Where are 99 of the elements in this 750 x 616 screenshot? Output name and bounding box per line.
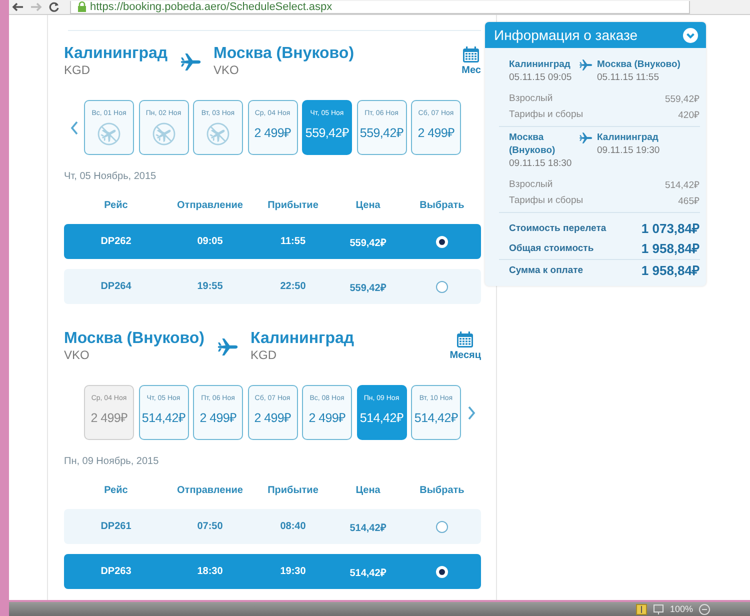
- table-cell: 19:55: [197, 281, 223, 292]
- origin-city: Калининград: [64, 45, 168, 63]
- tile-price: 2 499₽: [90, 410, 128, 426]
- destination-city: Москва (Внуково): [214, 45, 354, 63]
- book-icon[interactable]: [636, 604, 647, 614]
- total-label: Общая стоимость: [509, 242, 594, 254]
- tile-price: 514,42₽: [142, 410, 186, 426]
- flight-row[interactable]: DP261 07:50 08:40 514,42₽: [64, 509, 481, 544]
- column-header: Цена: [356, 484, 380, 496]
- table-cell: 07:50: [197, 521, 223, 532]
- tile-price: 2 499₽: [308, 410, 346, 426]
- table-cell: DP261: [100, 521, 132, 532]
- no-flights-icon: [97, 122, 121, 146]
- arrival-time: 05.11.15 11:55: [597, 71, 660, 84]
- table-cell: DP263: [100, 566, 132, 577]
- tile-price: 559,42₽: [305, 125, 349, 141]
- selected-date: Пн, 09 Ноябрь, 2015: [64, 456, 160, 468]
- arrival-city: Калининград: [597, 131, 660, 144]
- fare-label: Взрослый: [509, 178, 553, 190]
- total-value: 1 958,84₽: [641, 262, 700, 279]
- table-cell: DP262: [100, 236, 132, 247]
- lock-icon: [77, 1, 87, 12]
- table-cell: 18:30: [197, 566, 223, 577]
- flight-row[interactable]: DP263 18:30 19:30 514,42₽: [64, 554, 481, 589]
- column-header: Прибытие: [268, 200, 318, 210]
- destination-city: Калининград: [250, 330, 354, 348]
- plane-icon: [579, 58, 593, 72]
- tile-price: 2 499₽: [254, 410, 291, 426]
- calendar-icon[interactable]: [456, 331, 474, 348]
- table-cell: 19:30: [280, 566, 306, 577]
- chevron-right-icon[interactable]: [466, 406, 476, 420]
- column-header: Выбрать: [420, 484, 464, 496]
- fare-label: Тарифы и сборы: [509, 108, 584, 120]
- column-header: Цена: [356, 200, 380, 210]
- fare-label: Взрослый: [509, 92, 553, 104]
- tile-price: 514,42₽: [360, 410, 404, 426]
- fare-value: 420₽: [678, 108, 700, 120]
- total-label: Стоимость перелета: [509, 222, 606, 234]
- radio-button[interactable]: [436, 520, 448, 532]
- radio-button[interactable]: [436, 280, 448, 292]
- destination-code: KGD: [250, 348, 278, 362]
- arrival-time: 09.11.15 19:30: [597, 144, 661, 157]
- tile-price: 2 499₽: [200, 410, 236, 426]
- fare-value: 559,42₽: [664, 92, 700, 104]
- selected-date: Чт, 05 Ноябрь, 2015: [64, 171, 158, 183]
- departure-city: Калининград: [509, 58, 572, 71]
- plane-icon: [180, 51, 202, 73]
- tile-price: 2 499₽: [418, 125, 454, 141]
- destination-code: VKO: [214, 63, 240, 77]
- origin-code: VKO: [64, 348, 90, 362]
- tile-price: 2 499₽: [254, 125, 291, 141]
- fare-value: 465₽: [678, 194, 700, 206]
- column-header: Отправление: [177, 484, 243, 496]
- table-cell: 09:05: [197, 236, 223, 247]
- month-link[interactable]: Мес: [462, 65, 481, 77]
- table-cell-text: 559,42₽: [350, 236, 386, 248]
- column-header: Отправление: [177, 200, 243, 210]
- table-cell: 08:40: [280, 521, 306, 532]
- column-header: Рейс: [104, 200, 128, 210]
- panel-title: Информация о заказе: [494, 27, 638, 43]
- departure-time: 05.11.15 09:05: [509, 71, 573, 84]
- fare-value: 514,42₽: [664, 178, 700, 190]
- arrival-city: Москва (Внуково): [597, 58, 682, 71]
- reload-icon[interactable]: [48, 1, 60, 13]
- collapse-icon[interactable]: [683, 28, 698, 42]
- zoom-out-icon[interactable]: [699, 604, 710, 614]
- fare-label: Тарифы и сборы: [509, 194, 584, 206]
- chevron-left-icon[interactable]: [70, 120, 78, 134]
- address-bar[interactable]: https://booking.pobeda.aero/ScheduleSelect.aspx: [70, 0, 690, 14]
- no-flights-icon: [206, 122, 230, 146]
- flight-row[interactable]: DP262 09:05 11:55 559,42₽: [64, 224, 481, 259]
- table-cell-text: 514,42₽: [350, 522, 386, 534]
- screen-icon[interactable]: [652, 604, 664, 614]
- table-cell: 22:50: [280, 281, 306, 292]
- no-flights-icon: [152, 122, 176, 146]
- total-value: 1 073,84₽: [641, 220, 700, 237]
- departure-city: Москва (Внуково): [509, 131, 556, 157]
- table-cell-text: 514,42₽: [350, 566, 386, 578]
- table-cell: DP264: [100, 281, 132, 292]
- plane-icon: [579, 131, 593, 145]
- back-icon[interactable]: [12, 1, 24, 13]
- url-text: https://booking.pobeda.aero/ScheduleSelect.aspx: [90, 0, 332, 12]
- zoom-level: 100%: [670, 604, 693, 614]
- origin-code: KGD: [64, 63, 92, 77]
- total-value: 1 958,84₽: [641, 240, 700, 257]
- origin-city: Москва (Внуково): [64, 330, 205, 348]
- plane-icon: [216, 336, 239, 358]
- flight-row[interactable]: DP264 19:55 22:50 559,42₽: [64, 269, 481, 304]
- column-header: Выбрать: [420, 200, 464, 210]
- column-header: Рейс: [104, 484, 128, 496]
- tile-price: 559,42₽: [360, 125, 404, 141]
- column-header: Прибытие: [268, 484, 318, 496]
- table-cell: 11:55: [280, 236, 306, 247]
- table-cell-text: 559,42₽: [350, 282, 386, 294]
- calendar-icon[interactable]: [462, 46, 480, 63]
- tile-price: 514,42₽: [414, 410, 458, 426]
- month-link[interactable]: Месяц: [450, 350, 481, 362]
- total-label: Сумма к оплате: [509, 264, 584, 276]
- departure-time: 09.11.15 18:30: [509, 157, 573, 170]
